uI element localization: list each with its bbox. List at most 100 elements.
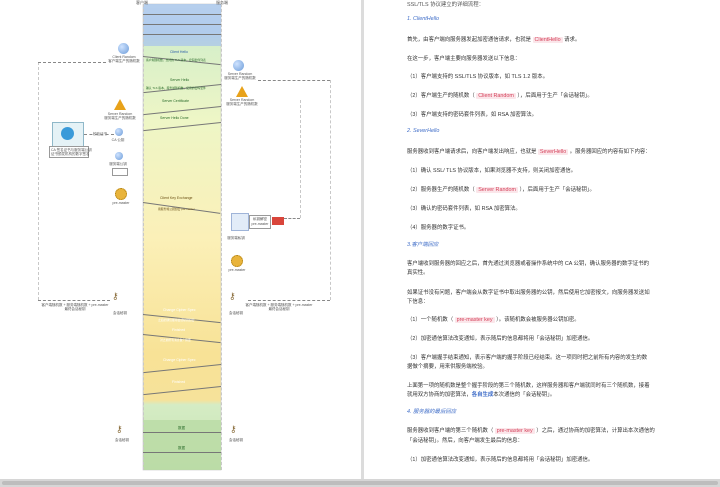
server-hello-done-msg: Server Hello Done [160,116,189,120]
certificate-caption-box: CA 签名证书与服务端公钥 证书颁发机构的数字签名 [49,146,92,158]
finished-sub: 对之前所有消息做个摘要 [160,338,191,342]
data-arrow-1 [143,432,221,433]
s3-item-3-line-2: 据做个摘要，用来供服务端校验。 [407,364,488,370]
s2-item-4: （4）服务器的数字证书。 [407,225,470,231]
session-key-right-icon: ⚷ [229,291,236,301]
section-4-title: 4. 服务器的最后回应 [407,409,457,415]
s3-p1-line-2: 真实性。 [407,270,429,276]
server-hello-msg: Server Hello [170,78,190,82]
s1-i2-b: ），后面用于生产「会话秘钥」。 [517,93,593,99]
s4-paragraph-line-2: 「会话秘钥」。然后，向客户端发生最后的信息： [407,438,523,444]
s4-p1-b: ）之后，通过协商的加密算法，计算出本次通信的 [536,428,655,434]
data-key-left-label: 会话秘钥 [115,438,129,442]
right-outer-connector [330,80,331,300]
s1-paragraph-1: 首先，由客户端向服务器发起加密通信请求，也就是 ClientHello 请求。 [407,35,580,43]
s2-paragraph-1: 服务器收到客户端请求后，向客户端发出响应，也就是 SeverHello 。服务器… [407,147,651,155]
s1-i2-highlight: Client Random [476,93,516,99]
top-cut-text: SSL/TLS 协议建立的详细流程： [407,2,484,8]
certificate-image [52,122,84,148]
s2-p1-a: 服务器收到客户端请求后，向客户端发出响应，也就是 [407,149,537,155]
section-3-title: 3.客户端回应 [407,242,439,248]
left-outer-top [38,62,106,63]
session-key-left-label: 客户端随机数 + 服务端随机数 + pre-master 最终会话秘钥 [41,303,109,311]
top-arrow-1 [143,14,221,15]
data-msg-2: 数据 [178,446,185,450]
s3-p3-l2-b: 本次通信的「会话秘钥」。 [493,392,556,398]
s3-p2-line-1: 如果证书没有问题，客户端会从数字证书中取出服务器的公钥，然后使用它加密报文，向服… [407,290,650,296]
s2-item-2: （2）服务器生产的随机数（ Server Random ），后面用于生产「会话秘… [407,185,595,193]
top-arrow-2 [143,24,221,25]
server-hello-sub: 确认 TLS 版本，服务端随机数，使用的密码套件 [146,86,206,90]
client-lifeline [143,4,144,470]
server-random-received-icon [114,99,126,110]
s4-p1-highlight: pre-master key [494,428,535,434]
ca-pubkey-icon [115,128,123,136]
change-cipher-2-msg: Change Cipher Spec [163,358,196,362]
left-outer-connector [38,62,39,300]
server-cert-msg: Server Certificate [162,99,190,103]
scrollbar-thumb[interactable] [2,481,718,485]
s1-p1-b: 请求。 [564,37,581,43]
server-random-icon [233,60,244,71]
s4-paragraph-line-1: 服务器收到客户端的第三个随机数（ pre-master key ）之后，通过协商… [407,426,655,434]
pre-master-right-caption: pre-master [228,268,246,272]
verify-arrow [84,134,114,135]
server-side-random-label: Server Random 服务端生产的随机数 [226,98,258,106]
data-key-left-icon: ⚷ [116,424,123,434]
s4-p1-a: 服务器收到客户端的第三个随机数（ [407,428,494,434]
pre-master-right-icon [231,255,243,267]
s1-p1-a: 首先，由客户端向服务器发起加密通信请求，也就是 [407,37,531,43]
s1-item-3: （3）客户端支持的密码套件列表，如 RSA 加密算法。 [407,112,537,118]
right-inner-connector [300,100,301,218]
ca-pubkey-label: CA 公钥 [111,138,125,142]
session-key-right-sub: 会话秘钥 [229,311,243,315]
change-cipher-sub: 之后的通信都用会话秘钥加密 [158,318,195,322]
client-column-label: 客户端 [136,0,148,5]
server-private-key-image [231,213,249,231]
left-outer-bottom [38,300,110,301]
band-gradient [142,3,222,471]
pre-master-left-label: pre-master [112,201,130,205]
right-inner-bottom [284,218,300,219]
s2-i2-a: （2）服务器生产的随机数（ [407,187,475,193]
s1-item-2: （2）客户端生产的随机数（ Client Random ），后面用于生产「会话秘… [407,91,593,99]
s3-p2-line-2: 下信息： [407,299,429,305]
session-key-left-sub: 会话秘钥 [113,311,127,315]
s3-item-2: （2）加密通信算法改变通知，表示随后的信息都将用「会话秘钥」加密通信。 [407,336,594,342]
s2-p1-highlight: SeverHello [537,149,569,155]
s3-i1-a: （1）一个随机数（ [407,317,454,323]
session-key-left-icon: ⚷ [112,291,119,301]
server-random-label: Server Random 服务端生产的随机数 [224,72,256,80]
s3-p3-line-2: 就用双方协商的加密算法，各自生成本次通信的「会话秘钥」。 [407,390,555,398]
section-1-title: 1. ClientHello [407,16,440,22]
client-key-exchange-sub: 用服务端公钥加密 pre-master [158,207,195,211]
s2-item-3: （3）确认的密码套件列表，如 RSA 加密算法。 [407,206,521,212]
s3-p3-l2-a: 就用双方协商的加密算法， [407,392,472,398]
certificate-caption: CA 签名证书与服务端公钥 证书颁发机构的数字签名 [51,148,92,156]
s3-i1-highlight: pre-master key [454,317,495,323]
top-arrow-3 [143,34,221,35]
change-cipher-msg: Change Cipher Spec [163,308,196,312]
section-2-title: 2. SeverHello [407,128,440,134]
pre-master-left-icon [115,188,127,200]
s4-item-1: （1）加密通信算法改变通知，表示随后的信息都将用「会话秘钥」加密通信。 [407,457,594,463]
generate-link[interactable]: 各自生成 [472,392,494,398]
right-outer-bottom [248,300,330,301]
server-pubkey-icon [115,152,123,160]
client-random-label: Client Random 客户端生产的随机数 [108,55,140,63]
server-column-label: 服务端 [216,0,228,5]
session-key-right-label: 客户端随机数 + 服务端随机数 + pre-master 最终会话秘钥 [245,303,313,311]
s3-item-1: （1）一个随机数（ pre-master key ）。该随机数会被服务器公钥加密… [407,315,580,323]
server-random-received-label: Server Random 服务端生产的随机数 [104,112,136,120]
decrypt-label: 私钥解密 [253,217,267,221]
s1-paragraph-2: 在这一步，客户端主要向服务器发送以下信息： [407,56,521,62]
s2-p1-b: 。服务器回应的内容有如下内容： [569,149,651,155]
s2-i2-highlight: Server Random [476,187,518,193]
data-key-right-label: 会话秘钥 [229,438,243,442]
server-decrypt-box: 私钥解密 pre-master [249,215,271,229]
finished-msg: Finished [172,328,186,332]
s1-p1-highlight: ClientHello [532,37,563,43]
client-key-exchange-msg: Client Key Exchange [160,196,193,200]
client-hello-sub: 客户端随机数，支持的 TLS 版本，密码套件列表 [146,58,206,62]
s1-i2-a: （2）客户端生产的随机数（ [407,93,475,99]
